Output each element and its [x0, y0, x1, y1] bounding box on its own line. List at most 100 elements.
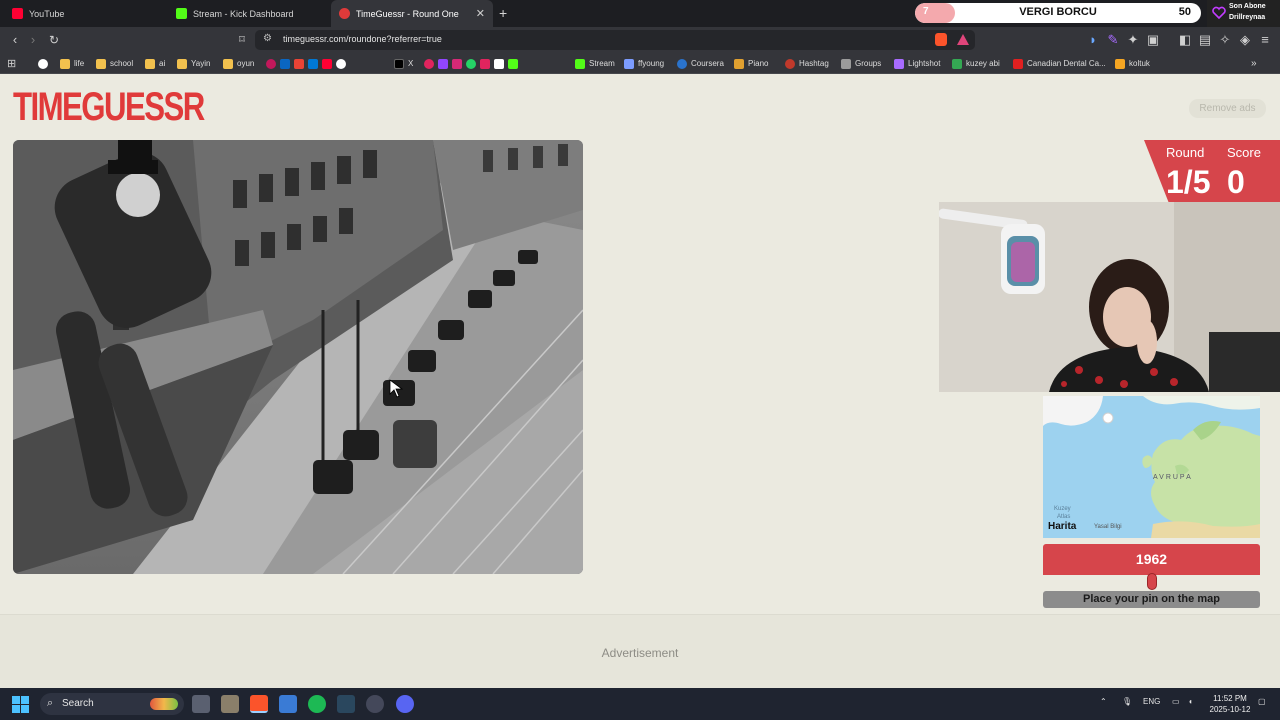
bookmark-icon[interactable]: ⌑ [233, 31, 251, 49]
kick-icon[interactable] [508, 58, 518, 69]
discord-icon[interactable] [396, 695, 414, 713]
browser-tab-strip: YouTube Stream - Kick Dashboard TimeGues… [0, 0, 1280, 27]
bookmark-ffyoung[interactable]: ffyoung [624, 56, 664, 71]
clock-time: 11:52 PM [1213, 694, 1247, 703]
language-indicator[interactable]: ENG [1143, 697, 1160, 706]
round-score-panel: Round Score 1/5 0 [1144, 140, 1280, 202]
bookmark-coursera[interactable]: Coursera [677, 56, 724, 71]
bookmark-oyun[interactable]: oyun [223, 56, 254, 71]
wallet-2-icon[interactable]: ▤ [1196, 31, 1214, 49]
bookmark-school[interactable]: school [96, 56, 133, 71]
leaf-icon [1013, 58, 1023, 69]
amazon-icon[interactable] [494, 58, 504, 69]
folder-icon [96, 58, 106, 69]
tab-timeguessr[interactable]: TimeGuessr - Round One ✕ [331, 0, 493, 27]
bookmark-x[interactable]: X [394, 56, 413, 71]
bookmark-piano[interactable]: Piano [734, 56, 768, 71]
year-slider-handle[interactable] [1146, 573, 1157, 590]
search-placeholder: Search [62, 698, 94, 709]
bookmark-label: X [408, 59, 414, 68]
close-icon[interactable]: ✕ [476, 7, 485, 20]
bookmark-google[interactable] [38, 56, 52, 71]
tab-title: Stream - Kick Dashboard [193, 8, 294, 19]
extension-pen-icon[interactable]: ✎ [1104, 31, 1122, 49]
webcam-image [939, 202, 1280, 392]
opera-icon[interactable] [424, 58, 434, 69]
outlook-icon[interactable] [308, 58, 318, 69]
back-button[interactable]: ‹ [6, 31, 24, 49]
map-legal-link[interactable]: Yasal Bilgi [1094, 524, 1122, 530]
youtube-icon[interactable] [322, 58, 332, 69]
map-ocean-label-2: Atlas [1057, 514, 1071, 520]
url-bar[interactable]: ⚙ timeguessr.com/roundone?referrer=true [255, 30, 975, 50]
reload-button[interactable]: ↻ [45, 31, 63, 49]
bookmark-stream[interactable]: Stream [575, 56, 615, 71]
bookmark-ai[interactable]: ai [145, 56, 165, 71]
network-icon[interactable]: ▭ [1172, 697, 1180, 706]
translate-icon[interactable]: ◗ [1084, 31, 1102, 49]
sidebar-icon[interactable]: ◧ [1176, 31, 1194, 49]
bookmark-label: Hashtag [799, 59, 829, 68]
guess-map[interactable]: AVRUPA Kuzey Atlas Harita Yasal Bilgi [1043, 396, 1260, 538]
forward-button[interactable]: › [24, 31, 42, 49]
wallet-icon[interactable]: ▣ [1144, 31, 1162, 49]
windows-start-icon[interactable] [12, 696, 29, 713]
vpn-icon[interactable]: ◈ [1236, 31, 1254, 49]
taskbar-clock[interactable]: 11:52 PM 2025-10-12 [1206, 693, 1254, 715]
whatsapp-icon[interactable] [466, 58, 476, 69]
map-brand-label: Harita [1048, 521, 1077, 532]
instagram-icon[interactable] [452, 58, 462, 69]
app-icon[interactable] [221, 695, 239, 713]
more-bookmarks-icon[interactable]: » [1251, 56, 1257, 71]
twitch-icon[interactable] [438, 58, 448, 69]
new-tab-button[interactable]: + [499, 5, 507, 21]
timeguessr-logo[interactable]: TIMEGUESSR [13, 85, 205, 129]
tab-youtube[interactable]: YouTube [4, 0, 164, 27]
bookmark-groups[interactable]: Groups [841, 56, 881, 71]
taskbar-search[interactable]: ⌕ Search [40, 693, 184, 715]
bookmark-label: ffyoung [638, 59, 665, 68]
bookmark-canadian-dental[interactable]: Canadian Dental Ca... [1013, 56, 1106, 71]
tumblr-icon[interactable] [480, 58, 490, 69]
tab-kick-dashboard[interactable]: Stream - Kick Dashboard [168, 0, 328, 27]
chrome-icon[interactable] [336, 58, 346, 69]
bookmark-lightshot[interactable]: Lightshot [894, 56, 940, 71]
latest-follower-widget: Son Abone Drillreynaa [1207, 0, 1280, 27]
round-label: Round [1166, 145, 1205, 160]
microphone-icon[interactable]: 🎙 [1122, 697, 1132, 706]
leo-ai-icon[interactable]: ✧ [1216, 31, 1234, 49]
score-value: 0 [1227, 164, 1245, 200]
bookmark-hashtag[interactable]: Hashtag [785, 56, 829, 71]
piano-icon [734, 58, 744, 69]
notifications-icon[interactable]: ▢ [1258, 697, 1266, 706]
tray-chevron-icon[interactable]: ⌃ [1100, 697, 1107, 706]
pinterest-icon[interactable] [266, 58, 276, 69]
place-pin-button[interactable]: Place your pin on the map [1043, 591, 1260, 608]
year-slider[interactable] [1043, 573, 1260, 590]
steam-icon[interactable] [337, 695, 355, 713]
remove-ads-button[interactable]: Remove ads [1189, 99, 1266, 118]
bookmark-kuzey-abi[interactable]: kuzey abi [952, 56, 1000, 71]
task-view-icon[interactable] [192, 695, 210, 713]
file-explorer-icon[interactable] [279, 695, 297, 713]
volume-icon[interactable]: ◖ [1188, 697, 1193, 706]
brave-rewards-icon[interactable] [957, 34, 969, 45]
bookmark-yayin[interactable]: Yayin [177, 56, 210, 71]
bookmark-life[interactable]: life [60, 56, 84, 71]
linkedin-icon[interactable] [280, 58, 290, 69]
site-info-icon[interactable]: ⚙ [263, 33, 272, 44]
menu-icon[interactable]: ≡ [1256, 31, 1274, 49]
brave-browser-icon[interactable] [250, 695, 268, 713]
bookmark-label: oyun [237, 59, 255, 68]
apps-grid-icon[interactable]: ⊞ [7, 56, 16, 71]
extensions-icon[interactable]: ✦ [1124, 31, 1142, 49]
x-icon [394, 58, 404, 69]
obs-icon[interactable] [366, 695, 384, 713]
bookmark-koltuk[interactable]: koltuk [1115, 56, 1150, 71]
bookmark-label: Piano [748, 59, 769, 68]
advertisement-bar: Advertisement [0, 614, 1280, 688]
brave-shields-icon[interactable] [935, 33, 947, 46]
gmail-icon[interactable] [294, 58, 304, 69]
bookmark-label: kuzey abi [966, 59, 1000, 68]
spotify-icon[interactable] [308, 695, 326, 713]
